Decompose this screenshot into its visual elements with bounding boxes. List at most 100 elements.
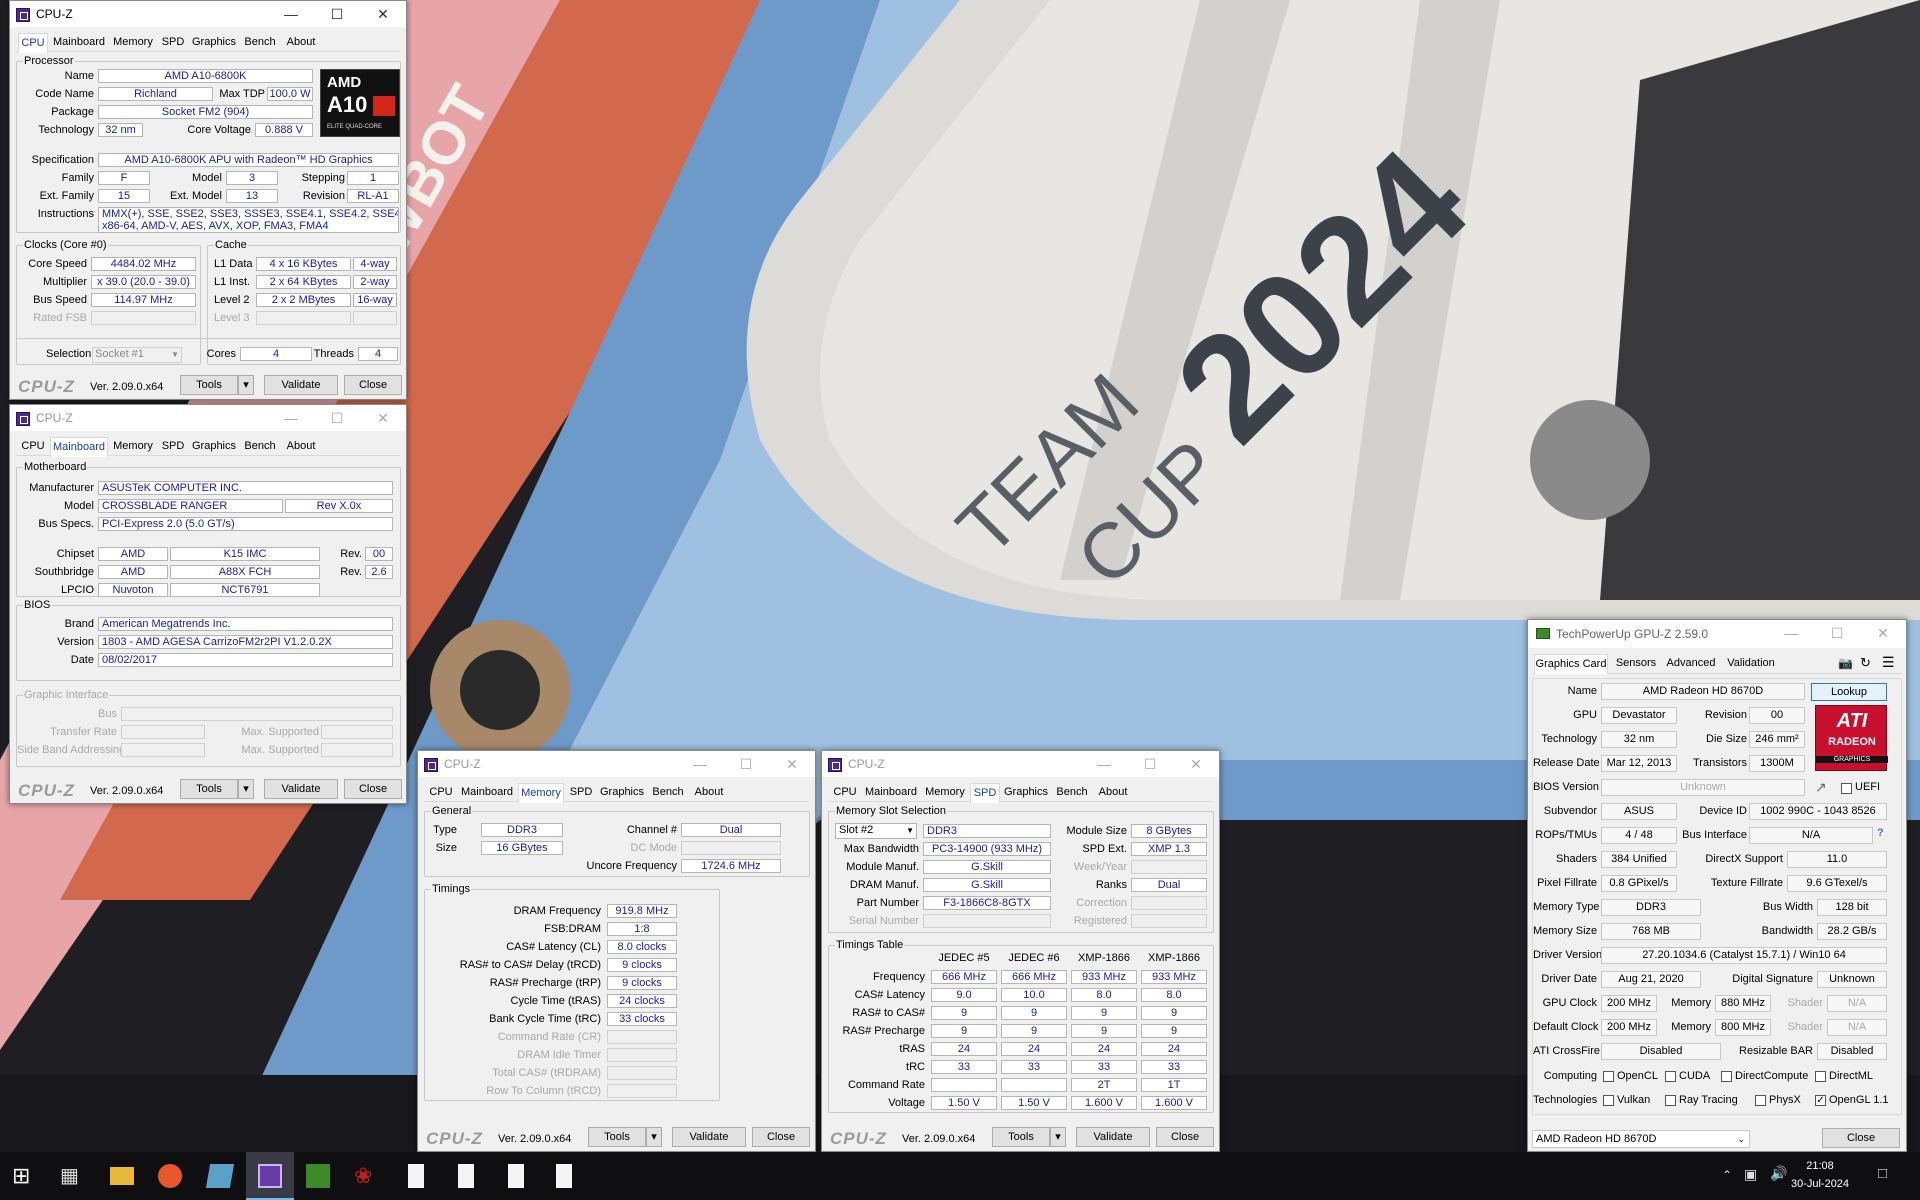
close-window-button[interactable]: ✕ — [1173, 751, 1219, 777]
tab-graphics[interactable]: Graphics — [190, 33, 238, 52]
maximize-button[interactable]: ☐ — [1127, 751, 1173, 777]
help-icon[interactable]: ? — [1877, 827, 1884, 839]
tab-memory[interactable]: Memory — [110, 33, 156, 52]
tab-graphics[interactable]: Graphics — [598, 783, 646, 802]
tools-button[interactable]: Tools — [180, 779, 238, 799]
tools-dropdown-button[interactable]: ▾ — [1050, 1127, 1066, 1147]
tools-dropdown-button[interactable]: ▾ — [238, 779, 254, 799]
maximize-button[interactable]: ☐ — [314, 405, 360, 431]
close-button[interactable]: Close — [344, 779, 402, 799]
close-window-button[interactable]: ✕ — [769, 751, 815, 777]
tab-about[interactable]: About — [1094, 783, 1132, 802]
close-button[interactable]: Close — [752, 1127, 810, 1147]
physx-checkbox[interactable] — [1755, 1095, 1766, 1106]
menu-icon[interactable]: ☰ — [1882, 654, 1895, 671]
document-icon[interactable] — [458, 1164, 474, 1188]
minimize-button[interactable]: — — [1081, 751, 1127, 777]
directcompute-checkbox[interactable] — [1721, 1071, 1732, 1082]
tab-mainboard[interactable]: Mainboard — [458, 783, 516, 802]
opengl-checkbox-checked[interactable]: ✓ — [1815, 1095, 1826, 1106]
tab-cpu[interactable]: CPU — [426, 783, 456, 802]
tab-memory[interactable]: Memory — [110, 437, 156, 456]
gpuz-taskbar-icon[interactable] — [306, 1164, 330, 1188]
tab-memory[interactable]: Memory — [518, 783, 564, 803]
maximize-button[interactable]: ☐ — [314, 1, 360, 27]
maximize-button[interactable]: ☐ — [723, 751, 769, 777]
lookup-button[interactable]: Lookup — [1811, 683, 1887, 701]
tab-graphics[interactable]: Graphics — [190, 437, 238, 456]
minimize-button[interactable]: — — [677, 751, 723, 777]
opencl-checkbox[interactable] — [1603, 1071, 1614, 1082]
close-window-button[interactable]: ✕ — [360, 1, 406, 27]
clock-date[interactable]: 30-Jul-2024 — [1784, 1178, 1856, 1190]
tools-button[interactable]: Tools — [588, 1127, 646, 1147]
tab-cpu[interactable]: CPU — [18, 33, 48, 53]
close-button[interactable]: Close — [344, 375, 402, 395]
refresh-icon[interactable]: ↻ — [1860, 655, 1871, 671]
tab-validation[interactable]: Validation — [1724, 654, 1778, 673]
tab-graphics-card[interactable]: Graphics Card — [1534, 654, 1608, 674]
directml-checkbox[interactable] — [1815, 1071, 1826, 1082]
minimize-button[interactable]: — — [268, 1, 314, 27]
maximize-button[interactable]: ☐ — [1814, 620, 1860, 646]
tab-graphics[interactable]: Graphics — [1002, 783, 1050, 802]
tab-cpu[interactable]: CPU — [830, 783, 860, 802]
tab-about[interactable]: About — [690, 783, 728, 802]
ray-tracing-checkbox[interactable] — [1665, 1095, 1676, 1106]
uefi-checkbox[interactable] — [1841, 783, 1852, 794]
close-button[interactable]: Close — [1822, 1128, 1900, 1148]
notification-icon[interactable]: □ — [1878, 1165, 1887, 1182]
clock-time[interactable]: 21:08 — [1784, 1160, 1856, 1172]
validate-button[interactable]: Validate — [264, 779, 338, 799]
title-bar[interactable]: TechPowerUp GPU-Z 2.59.0 — ☐ ✕ — [1528, 620, 1906, 648]
title-bar[interactable]: CPU-Z — ☐ ✕ — [418, 751, 815, 777]
close-window-button[interactable]: ✕ — [360, 405, 406, 431]
tab-advanced[interactable]: Advanced — [1664, 654, 1718, 673]
validate-button[interactable]: Validate — [264, 375, 338, 395]
close-button[interactable]: Close — [1156, 1127, 1214, 1147]
tab-bench[interactable]: Bench — [648, 783, 688, 802]
tab-bench[interactable]: Bench — [1052, 783, 1092, 802]
app-bug-icon[interactable]: ❀ — [354, 1164, 378, 1188]
tools-button[interactable]: Tools — [992, 1127, 1050, 1147]
task-view-icon[interactable]: ▦ — [60, 1164, 84, 1188]
tab-bench[interactable]: Bench — [240, 33, 280, 52]
tab-spd[interactable]: SPD — [158, 33, 188, 52]
chevron-up-icon[interactable]: ⌃ — [1722, 1168, 1732, 1182]
tools-button[interactable]: Tools — [180, 375, 238, 395]
document-icon[interactable] — [408, 1164, 424, 1188]
tab-sensors[interactable]: Sensors — [1614, 654, 1658, 673]
document-icon[interactable] — [556, 1164, 572, 1188]
minimize-button[interactable]: — — [1768, 620, 1814, 646]
slot-select[interactable]: Slot #2 ▼ — [835, 823, 917, 839]
tab-spd[interactable]: SPD — [158, 437, 188, 456]
tab-spd[interactable]: SPD — [970, 783, 1000, 803]
vulkan-checkbox[interactable] — [1603, 1095, 1614, 1106]
network-icon[interactable]: ▣ — [1744, 1166, 1757, 1183]
gpu-select-dropdown[interactable]: AMD Radeon HD 8670D ⌄ — [1532, 1130, 1750, 1148]
cuda-checkbox[interactable] — [1665, 1071, 1676, 1082]
tab-cpu[interactable]: CPU — [18, 437, 48, 456]
tab-mainboard[interactable]: Mainboard — [50, 437, 108, 457]
title-bar[interactable]: CPU-Z — ☐ ✕ — [10, 405, 406, 431]
firefox-icon[interactable] — [158, 1164, 182, 1188]
tools-dropdown-button[interactable]: ▾ — [646, 1127, 662, 1147]
file-explorer-icon[interactable] — [110, 1167, 134, 1185]
validate-button[interactable]: Validate — [1076, 1127, 1150, 1147]
title-bar[interactable]: CPU-Z — ☐ ✕ — [822, 751, 1219, 777]
tab-about[interactable]: About — [282, 437, 320, 456]
notepad-icon[interactable] — [205, 1164, 235, 1188]
tab-mainboard[interactable]: Mainboard — [862, 783, 920, 802]
windows-start-icon[interactable]: ⊞ — [12, 1164, 36, 1188]
tab-about[interactable]: About — [282, 33, 320, 52]
camera-icon[interactable]: 📷 — [1838, 656, 1853, 670]
validate-button[interactable]: Validate — [672, 1127, 746, 1147]
socket-select[interactable]: Socket #1 ▼ — [92, 347, 182, 363]
minimize-button[interactable]: — — [268, 405, 314, 431]
tab-spd[interactable]: SPD — [566, 783, 596, 802]
tab-bench[interactable]: Bench — [240, 437, 280, 456]
document-icon[interactable] — [508, 1164, 524, 1188]
title-bar[interactable]: CPU-Z — ☐ ✕ — [10, 1, 406, 27]
close-window-button[interactable]: ✕ — [1860, 620, 1906, 646]
tools-dropdown-button[interactable]: ▾ — [238, 375, 254, 395]
